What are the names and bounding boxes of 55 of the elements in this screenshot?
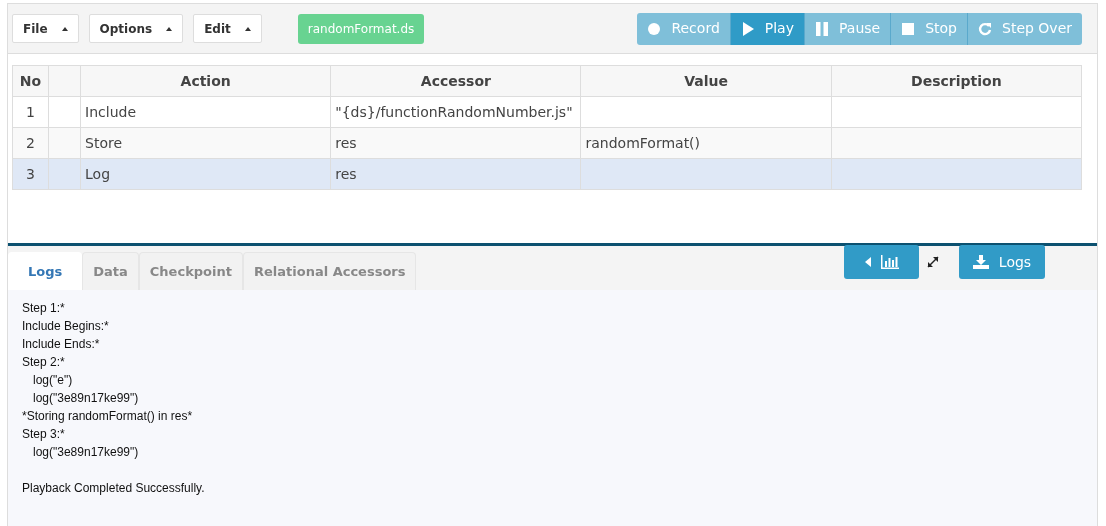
download-icon <box>972 255 989 269</box>
table-cell: randomFormat() <box>585 134 701 151</box>
table-row[interactable]: 3 Log res <box>12 158 1082 190</box>
tab[interactable]: Checkpoint <box>138 252 243 290</box>
file-name-tag: randomFormat.ds <box>297 13 425 44</box>
table-cell: 3 <box>26 165 35 182</box>
table-cell: Include <box>85 103 136 120</box>
player-button[interactable]: Pause <box>804 12 891 45</box>
menu-button[interactable]: File <box>12 14 79 43</box>
table-row[interactable]: 1 Include "{ds}/functionRandomNumber.js" <box>12 96 1082 128</box>
player-button[interactable]: Stop <box>890 12 967 45</box>
player-button[interactable]: Play <box>729 12 804 45</box>
menu-button[interactable]: Options <box>88 14 184 43</box>
log-line: log("3e89n17ke99") <box>32 444 140 461</box>
table-cell: 2 <box>26 134 35 151</box>
log-line: Step 1:* <box>22 300 66 317</box>
caret-icon <box>244 26 251 31</box>
column-header: Value <box>581 65 832 97</box>
log-line: Step 3:* <box>22 426 66 443</box>
player-button[interactable]: Record <box>637 12 730 45</box>
player-button[interactable]: Step Over <box>967 12 1082 45</box>
table-cell: res <box>335 134 357 151</box>
tab[interactable]: Logs <box>8 252 83 290</box>
log-line: Include Begins:* <box>22 318 110 335</box>
menu-button[interactable]: Edit <box>193 14 262 43</box>
log-line: Include Ends:* <box>22 336 101 353</box>
chart-toggle-button[interactable] <box>844 245 919 279</box>
table-cell: Log <box>85 165 111 182</box>
table-cell: "{ds}/functionRandomNumber.js" <box>335 103 573 120</box>
table-row[interactable]: 2 Store res randomFormat() <box>12 127 1082 159</box>
log-line: *Storing randomFormat() in res* <box>22 408 194 425</box>
table-cell: res <box>335 165 357 182</box>
bar-chart-icon <box>880 255 899 269</box>
record-icon <box>647 21 662 36</box>
log-line: log("e") <box>32 372 74 389</box>
caret-icon <box>61 26 68 31</box>
log-line: Playback Completed Successfully. <box>22 480 206 497</box>
column-header: No <box>12 65 49 97</box>
play-icon <box>740 21 755 36</box>
tab[interactable]: Data <box>82 252 139 290</box>
redo-icon <box>978 21 992 36</box>
column-header: Description <box>831 65 1082 97</box>
pause-icon <box>815 21 829 36</box>
table-cell: Store <box>85 134 123 151</box>
stop-icon <box>901 21 916 36</box>
download-logs-button[interactable]: Logs <box>959 245 1045 279</box>
log-line: Step 2:* <box>22 354 66 371</box>
log-line: log("3e89n17ke99") <box>32 390 140 407</box>
caret-icon <box>166 26 173 31</box>
table-cell: 1 <box>26 103 35 120</box>
caret-left-icon <box>864 257 871 267</box>
tab[interactable]: Relational Accessors <box>242 252 417 290</box>
expand-icon[interactable] <box>927 256 939 268</box>
column-header: Accessor <box>330 65 581 97</box>
column-header: Action <box>80 65 331 97</box>
